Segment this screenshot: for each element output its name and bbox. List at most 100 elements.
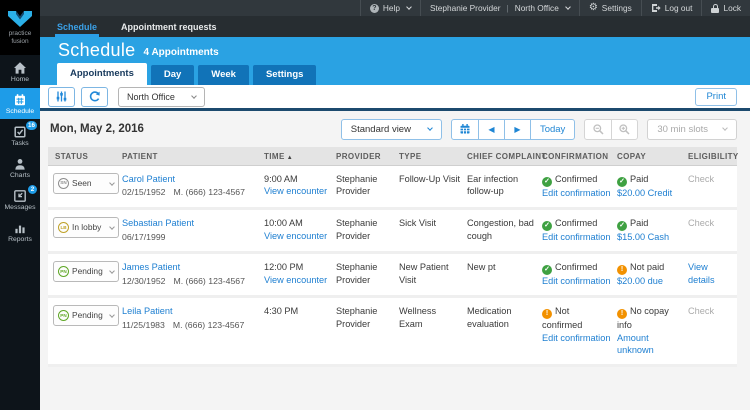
column-header-type[interactable]: Type [399, 147, 467, 165]
type-cell: Wellness Exam [399, 298, 467, 338]
sidebar-item-label: Messages [5, 204, 36, 211]
logout-button[interactable]: Log out [641, 0, 702, 16]
column-header-copay[interactable]: Copay [617, 147, 688, 165]
patient-details: 06/17/1999 [122, 232, 258, 244]
previous-day-button[interactable]: ◀ [478, 120, 504, 139]
view-encounter-link[interactable]: View encounter [264, 230, 327, 242]
filter-button[interactable] [48, 87, 75, 107]
column-header-chief-complaint[interactable]: Chief complaint [467, 147, 542, 165]
column-header-eligibility[interactable]: Eligibility [688, 147, 737, 165]
copay-status: ✓Paid [617, 217, 682, 231]
status-code-icon: PN [58, 310, 69, 321]
chevron-down-icon [109, 312, 115, 318]
copay-link[interactable]: $15.00 Cash [617, 231, 669, 243]
patient-name-link[interactable]: Leila Patient [122, 305, 173, 317]
status-label: Seen [72, 178, 104, 189]
complaint-cell: Congestion, bad cough [467, 210, 542, 250]
patient-name-link[interactable]: James Patient [122, 261, 180, 273]
next-day-button[interactable]: ▶ [504, 120, 530, 139]
edit-confirmation-link[interactable]: Edit confirmation [542, 187, 610, 199]
patient-details: 12/30/1952M. (666) 123-4567 [122, 276, 258, 288]
chevron-down-icon [109, 224, 115, 230]
edit-confirmation-link[interactable]: Edit confirmation [542, 231, 610, 243]
calendar-icon [13, 93, 27, 107]
notification-badge: 16 [25, 120, 38, 131]
patient-details: 11/25/1983M. (666) 123-4567 [122, 320, 258, 332]
sidebar: practice fusion HomeScheduleTasks16Chart… [0, 0, 40, 410]
column-header-provider[interactable]: Provider [336, 147, 399, 165]
status-dropdown[interactable]: LBIn lobby [53, 217, 119, 238]
column-header-status[interactable]: Status [48, 147, 122, 165]
patient-cell: Carol Patient02/15/1952M. (666) 123-4567 [122, 166, 264, 207]
eligibility-view-details-link[interactable]: View details [688, 261, 731, 286]
sidebar-item-home[interactable]: Home [0, 56, 40, 87]
table-header: StatusPatientTime▲ProviderTypeChief comp… [48, 147, 737, 166]
office-dropdown[interactable]: North Office [118, 87, 205, 107]
edit-confirmation-link[interactable]: Edit confirmation [542, 275, 610, 287]
column-header-confirmation[interactable]: Confirmation [542, 147, 617, 165]
zoom-out-button[interactable] [585, 120, 611, 139]
status-dropdown[interactable]: PNPending a... [53, 261, 119, 282]
provider-cell: Stephanie Provider [336, 166, 399, 206]
edit-confirmation-link[interactable]: Edit confirmation [542, 332, 610, 344]
copay-link[interactable]: $20.00 due [617, 275, 663, 287]
logout-label: Log out [665, 3, 693, 13]
lock-button[interactable]: Lock [701, 0, 750, 16]
practice-fusion-logo[interactable]: practice fusion [0, 0, 40, 55]
type-cell: Sick Visit [399, 210, 467, 237]
sidebar-item-charts[interactable]: Charts [0, 152, 40, 183]
slot-size-dropdown[interactable]: 30 min slots [647, 119, 737, 140]
appointment-row: PNPending a...Leila Patient 11/25/1983M. … [48, 298, 737, 367]
chevron-down-icon [109, 180, 115, 186]
user-office-menu[interactable]: Stephanie Provider | North Office [420, 0, 579, 16]
view-mode-dropdown[interactable]: Standard view [341, 119, 442, 140]
time-cell: 9:00 AMView encounter [264, 166, 336, 206]
column-header-patient[interactable]: Patient [122, 147, 264, 165]
patient-phone: M. (666) 123-4567 [173, 320, 244, 330]
zoom-in-button[interactable] [611, 120, 637, 139]
table-body: SNSeenCarol Patient02/15/1952M. (666) 12… [48, 166, 737, 367]
sidebar-item-label: Reports [8, 236, 32, 243]
subnav-tab-schedule[interactable]: Schedule [57, 16, 97, 37]
column-header-time[interactable]: Time▲ [264, 147, 336, 165]
divider: | [505, 3, 511, 13]
patient-name-link[interactable]: Carol Patient [122, 173, 175, 185]
view-encounter-link[interactable]: View encounter [264, 274, 327, 286]
sidebar-item-messages[interactable]: Messages2 [0, 184, 40, 215]
settings-button[interactable]: ⚙ Settings [579, 0, 641, 16]
view-encounter-link[interactable]: View encounter [264, 185, 327, 197]
tab-day[interactable]: Day [151, 65, 194, 85]
help-menu[interactable]: ? Help [360, 0, 420, 16]
appointment-time: 10:00 AM [264, 217, 330, 229]
current-date: Mon, May 2, 2016 [48, 123, 144, 135]
status-cell: SNSeen [48, 166, 122, 202]
time-cell: 12:00 PMView encounter [264, 254, 336, 294]
status-dropdown[interactable]: PNPending a... [53, 305, 119, 326]
today-button[interactable]: Today [530, 120, 574, 139]
calendar-icon [459, 123, 471, 135]
tab-settings[interactable]: Settings [253, 65, 316, 85]
copay-status: !No copay info [617, 305, 682, 331]
copay-link[interactable]: $20.00 Credit [617, 187, 672, 199]
type-cell: Follow-Up Visit [399, 166, 467, 193]
view-mode-value: Standard view [351, 124, 411, 135]
sidebar-item-reports[interactable]: Reports [0, 216, 40, 247]
patient-name-link[interactable]: Sebastian Patient [122, 217, 194, 229]
tab-week[interactable]: Week [198, 65, 249, 85]
main-area: ? Help Stephanie Provider | North Office… [40, 0, 750, 410]
sidebar-item-schedule[interactable]: Schedule [0, 88, 40, 119]
gear-icon: ⚙ [589, 3, 598, 13]
tab-appointments[interactable]: Appointments [57, 63, 147, 85]
calendar-picker-button[interactable] [452, 120, 478, 139]
refresh-icon [88, 90, 101, 103]
sidebar-item-tasks[interactable]: Tasks16 [0, 120, 40, 151]
bar-chart-icon [13, 221, 27, 235]
refresh-button[interactable] [81, 87, 108, 107]
status-dropdown[interactable]: SNSeen [53, 173, 119, 194]
print-button[interactable]: Print [695, 88, 737, 106]
content-area: Mon, May 2, 2016 Standard view [40, 111, 750, 410]
complaint-cell: Ear infection follow-up [467, 166, 542, 206]
status-cell: LBIn lobby [48, 210, 122, 246]
subnav-tab-appointment-requests[interactable]: Appointment requests [121, 16, 217, 37]
copay-link[interactable]: Amount unknown [617, 332, 682, 357]
